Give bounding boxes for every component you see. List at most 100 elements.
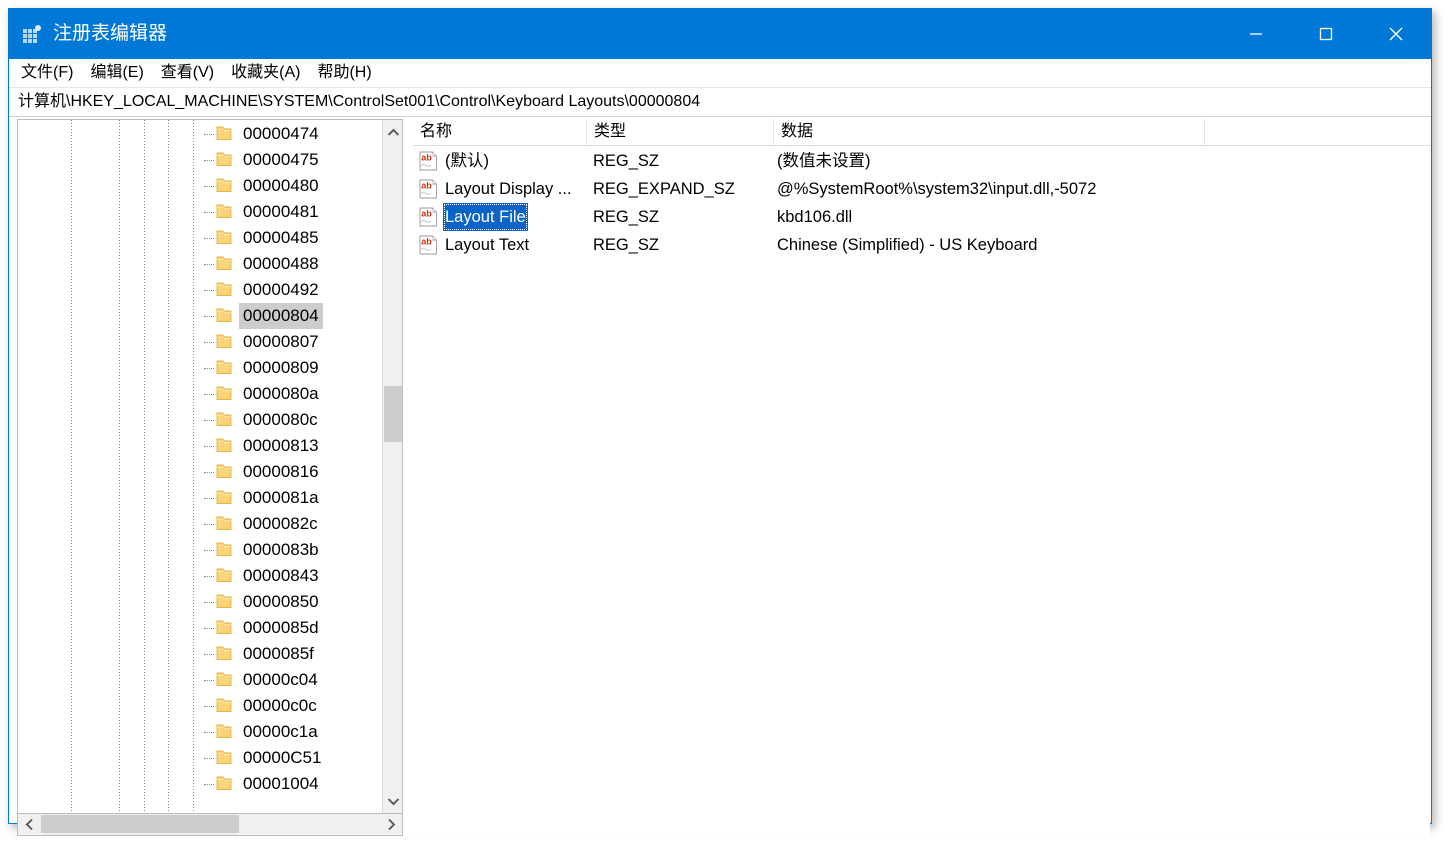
chevron-left-icon [25,818,33,830]
folder-icon [216,698,232,713]
value-row[interactable]: ab (默认) REG_SZ (数值未设置) [413,147,1430,175]
chevron-right-icon [387,818,395,830]
tree-item[interactable]: 0000085f [18,641,382,667]
folder-icon [216,672,232,687]
menu-item-favorites[interactable]: 收藏夹(A) [231,63,300,83]
tree-item[interactable]: 00000485 [18,225,382,251]
tree-item[interactable]: 00000813 [18,433,382,459]
value-row[interactable]: ab Layout File REG_SZ kbd106.dll [413,203,1430,231]
tree-item[interactable]: 00000c1a [18,719,382,745]
menu-item-help[interactable]: 帮助(H) [317,63,371,83]
menu-item-view[interactable]: 查看(V) [161,63,214,83]
value-name: Layout Text [445,236,530,254]
tree-item-label: 00000488 [243,254,319,273]
menu-item-file[interactable]: 文件(F) [21,63,73,83]
tree-item[interactable]: 00000488 [18,251,382,277]
tree-connector [204,550,214,551]
tree-connector [204,342,214,343]
value-name: Layout File [443,203,528,231]
tree-connector [204,420,214,421]
tree-connector [204,758,214,759]
tree-item[interactable]: 00000475 [18,147,382,173]
tree-connector [204,290,214,291]
tree-item[interactable]: 00000816 [18,459,382,485]
tree-item[interactable]: 00000804 [18,303,382,329]
column-header-name[interactable]: 名称 [413,119,587,145]
tree-item-label: 00000485 [243,228,319,247]
tree-hscroll-thumb[interactable] [41,815,239,833]
tree-item-label: 00000843 [243,566,319,585]
minimize-button[interactable] [1221,9,1291,59]
pane-splitter[interactable] [403,119,413,836]
tree-item[interactable]: 00000474 [18,121,382,147]
tree-item-label: 00000807 [243,332,319,351]
tree-item-label: 00000804 [239,303,323,329]
scroll-left-button[interactable] [18,814,40,834]
maximize-button[interactable] [1291,9,1361,59]
screenshot-root: 注册表编辑器 文件(F) 编辑(E) 查看(V) 收藏夹(A) 帮助(H) 计算… [0,0,1452,848]
folder-icon [216,776,232,791]
tree-connector [204,784,214,785]
folder-icon [216,464,232,479]
menu-item-edit[interactable]: 编辑(E) [90,63,143,83]
tree-vertical-scrollbar[interactable] [382,120,402,813]
tree-item-label: 00000816 [243,462,319,481]
string-value-icon: ab [419,179,438,199]
tree-connector [204,498,214,499]
address-bar[interactable]: 计算机\HKEY_LOCAL_MACHINE\SYSTEM\ControlSet… [9,87,1431,117]
column-header-data[interactable]: 数据 [774,119,1205,145]
tree-item[interactable]: 00000C51 [18,745,382,771]
svg-text:ab: ab [421,209,432,219]
tree-item-label: 00000480 [243,176,319,195]
scroll-up-button[interactable] [383,122,402,142]
minimize-icon [1250,33,1262,35]
string-value-icon: ab [419,207,438,227]
scroll-right-button[interactable] [380,814,402,834]
tree-item[interactable]: 00000850 [18,589,382,615]
tree-connector [204,134,214,135]
svg-text:ab: ab [421,153,432,163]
tree-scroll-area: 00000474 00000475 00000480 00000481 00000485… [18,120,382,813]
tree-item[interactable]: 00000480 [18,173,382,199]
folder-icon [216,126,232,141]
tree-connector [204,446,214,447]
tree-item[interactable]: 0000085d [18,615,382,641]
tree-item[interactable]: 00000843 [18,563,382,589]
tree-item[interactable]: 00000c04 [18,667,382,693]
folder-icon [216,620,232,635]
registry-editor-window: 注册表编辑器 文件(F) 编辑(E) 查看(V) 收藏夹(A) 帮助(H) 计算… [8,8,1432,836]
registry-values-pane: 名称 类型 数据 ab (默认) REG_SZ (数值未设置) ab Layout Dis… [413,119,1430,836]
tree-item-label: 00000492 [243,280,319,299]
scroll-down-button[interactable] [383,791,402,811]
tree-item[interactable]: 00001004 [18,771,382,797]
values-column-header: 名称 类型 数据 [413,119,1430,146]
main-content: 00000474 00000475 00000480 00000481 00000485… [9,118,1431,836]
tree-item[interactable]: 0000082c [18,511,382,537]
value-type: REG_SZ [593,208,660,226]
tree-item[interactable]: 00000807 [18,329,382,355]
folder-icon [216,490,232,505]
tree-item-label: 0000085d [243,618,319,637]
folder-icon [216,594,232,609]
close-icon [1389,27,1403,41]
folder-icon [216,204,232,219]
folder-icon [216,412,232,427]
tree-horizontal-scrollbar[interactable] [17,814,403,836]
tree-item[interactable]: 00000481 [18,199,382,225]
tree-scroll-thumb[interactable] [384,386,402,442]
title-bar: 注册表编辑器 [9,9,1431,59]
tree-item[interactable]: 0000083b [18,537,382,563]
tree-item-label: 00000481 [243,202,319,221]
column-header-type[interactable]: 类型 [587,119,774,145]
tree-item[interactable]: 00000809 [18,355,382,381]
tree-item[interactable]: 0000080c [18,407,382,433]
value-row[interactable]: ab Layout Text REG_SZ Chinese (Simplified) … [413,231,1430,259]
tree-item[interactable]: 0000080a [18,381,382,407]
close-button[interactable] [1361,9,1431,59]
tree-item-label: 0000082c [243,514,318,533]
tree-item[interactable]: 00000492 [18,277,382,303]
tree-item[interactable]: 00000c0c [18,693,382,719]
value-row[interactable]: ab Layout Display ... REG_EXPAND_SZ @%Syste… [413,175,1430,203]
tree-item[interactable]: 0000081a [18,485,382,511]
folder-icon [216,438,232,453]
